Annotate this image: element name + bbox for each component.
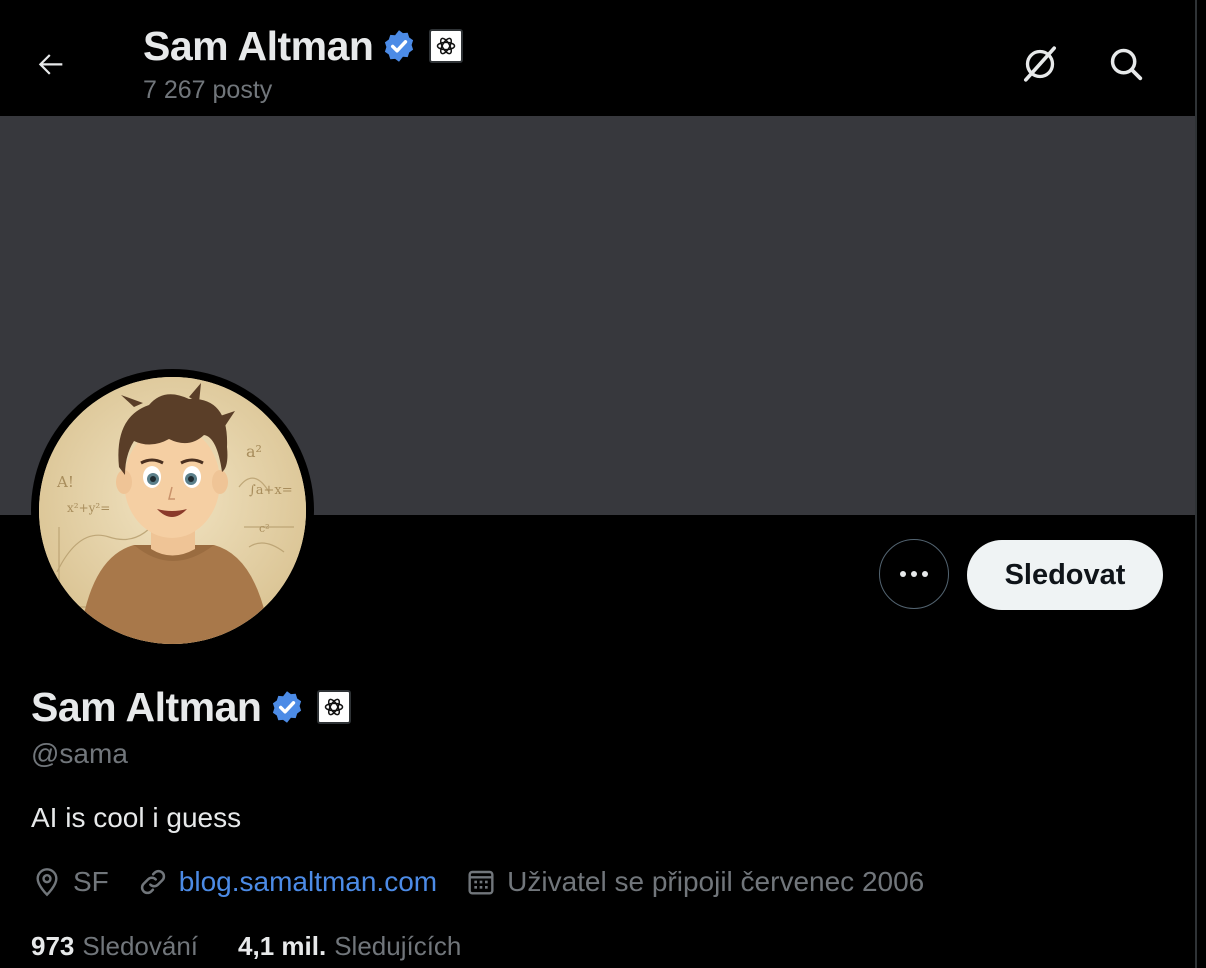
profile-meta: SF blog.samaltman.com Uživatel se připoj…	[31, 862, 952, 902]
header-name: Sam Altman	[143, 22, 374, 69]
avatar[interactable]: A! x²+y²= a² ∫a+x= c²	[39, 377, 306, 644]
header-post-count: 7 267 posty	[143, 76, 273, 104]
profile-name: Sam Altman	[31, 683, 262, 730]
following-label: Sledování	[82, 930, 199, 961]
openai-logo-icon[interactable]	[429, 29, 464, 63]
more-options-button[interactable]	[879, 539, 949, 609]
column-divider	[1195, 0, 1197, 968]
verified-badge-icon[interactable]	[269, 689, 305, 725]
avatar-ring: A! x²+y²= a² ∫a+x= c²	[31, 369, 314, 652]
website-item: blog.samaltman.com	[137, 866, 437, 898]
website-link[interactable]: blog.samaltman.com	[179, 866, 437, 898]
followers-count: 4,1 mil.	[238, 930, 327, 961]
svg-text:x²+y²=: x²+y²=	[67, 501, 110, 515]
followers-stat[interactable]: 4,1 mil. Sledujících	[238, 931, 461, 962]
location-item: SF	[31, 866, 109, 898]
joined-text: Uživatel se připojil červenec 2006	[507, 866, 925, 897]
svg-text:a²: a²	[246, 442, 262, 461]
calendar-icon	[468, 870, 494, 895]
profile-name-row: Sam Altman	[31, 682, 352, 732]
profile-handle: @sama	[31, 738, 128, 769]
verified-badge-icon	[381, 28, 417, 64]
svg-text:c²: c²	[259, 522, 270, 535]
search-button[interactable]	[1100, 38, 1152, 90]
openai-logo-icon[interactable]	[317, 690, 352, 724]
location-pin-icon	[36, 868, 58, 897]
location-text: SF	[73, 866, 109, 897]
back-button[interactable]	[24, 40, 78, 88]
profile-column: Sam Altman 7 267 posty A! x²+y²= a² ∫a+x…	[0, 0, 1196, 968]
more-dots-icon	[900, 571, 928, 577]
grok-button[interactable]	[1014, 38, 1066, 90]
following-count: 973	[31, 930, 75, 961]
svg-text:A!: A!	[56, 473, 74, 491]
joined-item: Uživatel se připojil červenec 2006	[465, 866, 924, 898]
header-title-row: Sam Altman	[143, 22, 464, 70]
arrow-left-icon	[38, 54, 63, 75]
profile-bio: AI is cool i guess	[31, 802, 242, 833]
top-header: Sam Altman 7 267 posty	[0, 0, 1196, 116]
svg-text:∫a+x=: ∫a+x=	[249, 483, 293, 498]
follow-button[interactable]: Sledovat	[967, 540, 1163, 610]
search-icon	[1110, 48, 1143, 81]
link-icon	[140, 869, 165, 895]
followers-label: Sledujících	[334, 930, 462, 961]
grok-icon	[1023, 46, 1056, 82]
profile-stats: 973 Sledování 4,1 mil. Sledujících	[31, 926, 501, 966]
following-stat[interactable]: 973 Sledování	[31, 931, 198, 962]
